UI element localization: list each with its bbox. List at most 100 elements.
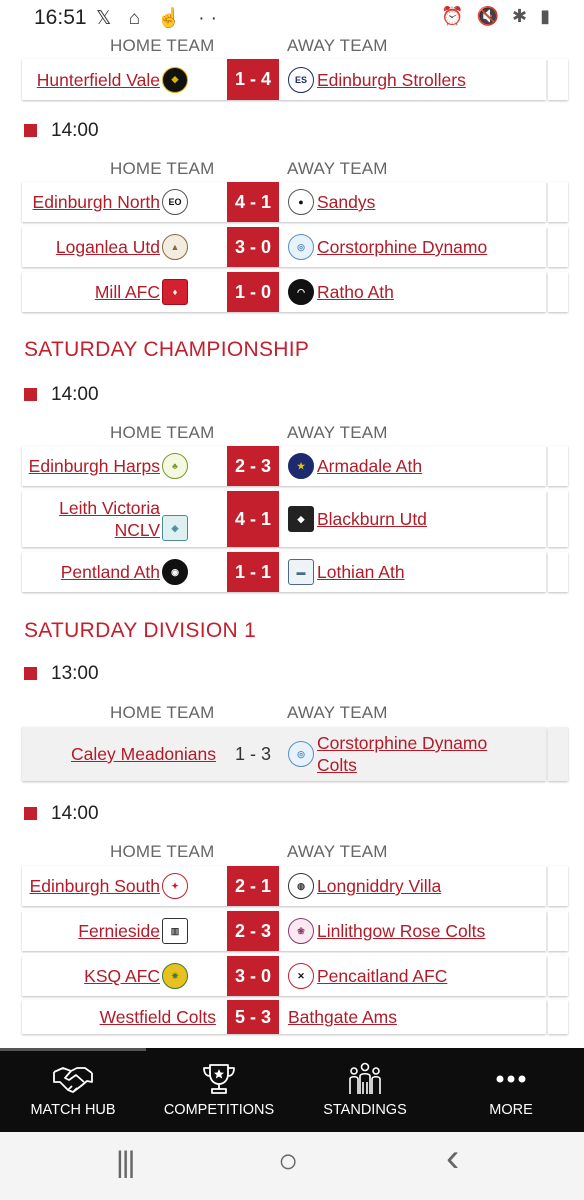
competition-title: SATURDAY DIVISION 1 <box>24 619 257 642</box>
nav-more[interactable]: MORE <box>438 1048 584 1132</box>
system-status-icons: ⏰ 🔇 ✱ ▮ <box>441 6 554 26</box>
match-score[interactable]: 3 - 0 <box>227 227 279 267</box>
competition-title: SATURDAY CHAMPIONSHIP <box>24 338 310 361</box>
away-team-link[interactable]: Corstorphine Dynamo Colts <box>317 732 487 776</box>
time-marker-icon <box>24 124 37 137</box>
handshake-icon <box>0 1062 146 1096</box>
time-marker-icon <box>24 667 37 680</box>
away-team-link[interactable]: Sandys <box>317 191 375 213</box>
team-crest-icon: ❀ <box>288 918 314 944</box>
home-icon[interactable]: ○ <box>278 1142 299 1181</box>
home-team-link[interactable]: Edinburgh South <box>30 875 160 897</box>
home-team-link[interactable]: Edinburgh North <box>33 191 160 213</box>
status-bar: 16:51 𝕏 ⌂ ☝ ·· ⏰ 🔇 ✱ ▮ <box>0 0 584 36</box>
away-team-header: AWAY TEAM <box>287 842 388 861</box>
time-marker-icon <box>24 807 37 820</box>
match-row[interactable]: Edinburgh South ✦ 2 - 1 ◍ Longniddry Villa <box>22 866 568 906</box>
match-score[interactable]: 2 - 1 <box>227 866 279 906</box>
home-team-link[interactable]: Mill AFC <box>95 281 160 303</box>
match-score[interactable]: 3 - 0 <box>227 956 279 996</box>
match-row[interactable]: KSQ AFC ✷ 3 - 0 ✕ Pencaitland AFC <box>22 956 568 996</box>
kickoff-time: 13:00 <box>24 663 99 685</box>
match-row[interactable]: Mill AFC ♦ 1 - 0 ◠ Ratho Ath <box>22 272 568 312</box>
match-score[interactable]: 4 - 1 <box>227 491 279 547</box>
team-crest-icon: ◈ <box>162 515 188 541</box>
home-team-header: HOME TEAM <box>110 842 215 861</box>
match-score[interactable]: 1 - 0 <box>227 272 279 312</box>
people-icon <box>292 1062 438 1096</box>
away-team-link[interactable]: Ratho Ath <box>317 281 394 303</box>
home-team-link[interactable]: Westfield Colts <box>100 1006 216 1028</box>
home-team-link[interactable]: Caley Meadonians <box>71 743 216 765</box>
home-team-link[interactable]: Leith Victoria NCLV <box>59 497 160 541</box>
away-team-header: AWAY TEAM <box>287 703 388 722</box>
time-marker-icon <box>24 388 37 401</box>
match-row[interactable]: Westfield Colts 5 - 3 Bathgate Ams <box>22 1000 568 1034</box>
team-crest-icon: ✷ <box>162 963 188 989</box>
match-score[interactable]: 1 - 3 <box>227 727 279 781</box>
match-row[interactable]: Pentland Ath ◉ 1 - 1 ▬ Lothian Ath <box>22 552 568 592</box>
nav-competitions[interactable]: COMPETITIONS <box>146 1048 292 1132</box>
away-team-link[interactable]: Lothian Ath <box>317 561 405 583</box>
team-crest-icon: ♣ <box>162 453 188 479</box>
match-row[interactable]: Fernieside ▥ 2 - 3 ❀ Linlithgow Rose Colts <box>22 911 568 951</box>
team-crest-icon: ◍ <box>288 873 314 899</box>
match-score[interactable]: 1 - 1 <box>227 552 279 592</box>
away-team-link[interactable]: Pencaitland AFC <box>317 965 447 987</box>
home-team-link[interactable]: Fernieside <box>78 920 160 942</box>
team-crest-icon: ♦ <box>162 279 188 305</box>
team-crest-icon: ✕ <box>288 963 314 989</box>
nav-standings[interactable]: STANDINGS <box>292 1048 438 1132</box>
match-score[interactable]: 5 - 3 <box>227 1000 279 1034</box>
team-crest-icon: ◆ <box>288 506 314 532</box>
away-team-link[interactable]: Bathgate Ams <box>288 1006 397 1028</box>
match-score[interactable]: 2 - 3 <box>227 911 279 951</box>
notification-icons: 𝕏 ⌂ ☝ ·· <box>96 8 223 29</box>
status-time: 16:51 <box>34 6 87 29</box>
home-team-link[interactable]: KSQ AFC <box>84 965 160 987</box>
team-crest-icon: ● <box>288 189 314 215</box>
away-team-header: AWAY TEAM <box>287 36 388 55</box>
match-score[interactable]: 4 - 1 <box>227 182 279 222</box>
away-team-link[interactable]: Corstorphine Dynamo <box>317 236 487 258</box>
bottom-nav: MATCH HUB COMPETITIONS STANDINGS MORE <box>0 1048 584 1132</box>
kickoff-time: 14:00 <box>24 803 99 825</box>
match-row[interactable]: Edinburgh Harps ♣ 2 - 3 ★ Armadale Ath <box>22 446 568 486</box>
home-team-link[interactable]: Hunterfield Vale <box>37 69 160 91</box>
match-row[interactable]: Leith Victoria NCLV ◈ 4 - 1 ◆ Blackburn Utd <box>22 491 568 547</box>
team-crest-icon: ★ <box>288 453 314 479</box>
team-crest-icon: ES <box>288 66 314 93</box>
home-team-link[interactable]: Pentland Ath <box>61 561 160 583</box>
match-row[interactable]: Hunterfield Vale ◆ 1 - 4 ES Edinburgh Stro… <box>22 59 568 100</box>
system-navigation-bar: ||| ○ ‹ <box>0 1132 584 1200</box>
away-team-link[interactable]: Longniddry Villa <box>317 875 441 897</box>
away-team-link[interactable]: Armadale Ath <box>317 455 422 477</box>
team-crest-icon: ◠ <box>288 279 314 305</box>
team-crest-icon: ◎ <box>288 741 314 767</box>
away-team-header: AWAY TEAM <box>287 423 388 442</box>
home-team-link[interactable]: Edinburgh Harps <box>29 455 160 477</box>
match-row[interactable]: Edinburgh North EO 4 - 1 ● Sandys <box>22 182 568 222</box>
nav-match-hub[interactable]: MATCH HUB <box>0 1048 146 1132</box>
away-team-link[interactable]: Edinburgh Strollers <box>317 69 466 91</box>
recents-icon[interactable]: ||| <box>116 1146 135 1180</box>
team-crest-icon: ◎ <box>288 234 314 260</box>
trophy-icon <box>146 1062 292 1096</box>
team-crest-icon: EO <box>162 189 188 215</box>
team-crest-icon: ◆ <box>162 66 188 93</box>
nav-label: MATCH HUB <box>30 1102 116 1118</box>
home-team-header: HOME TEAM <box>110 36 215 55</box>
match-row[interactable]: Loganlea Utd ▲ 3 - 0 ◎ Corstorphine Dynamo <box>22 227 568 267</box>
match-score[interactable]: 2 - 3 <box>227 446 279 486</box>
team-crest-icon: ▲ <box>162 234 188 260</box>
match-score[interactable]: 1 - 4 <box>227 59 279 100</box>
kickoff-time: 14:00 <box>24 384 99 406</box>
home-team-link[interactable]: Loganlea Utd <box>56 236 160 258</box>
team-crest-icon: ▬ <box>288 559 314 585</box>
match-row[interactable]: Caley Meadonians 1 - 3 ◎ Corstorphine Dyn… <box>22 727 568 781</box>
away-team-link[interactable]: Blackburn Utd <box>317 508 427 530</box>
home-team-header: HOME TEAM <box>110 423 215 442</box>
away-team-link[interactable]: Linlithgow Rose Colts <box>317 920 485 942</box>
back-icon[interactable]: ‹ <box>446 1136 459 1181</box>
fixtures-content[interactable]: HOME TEAM AWAY TEAM Hunterfield Vale ◆ 1 … <box>0 36 584 1048</box>
